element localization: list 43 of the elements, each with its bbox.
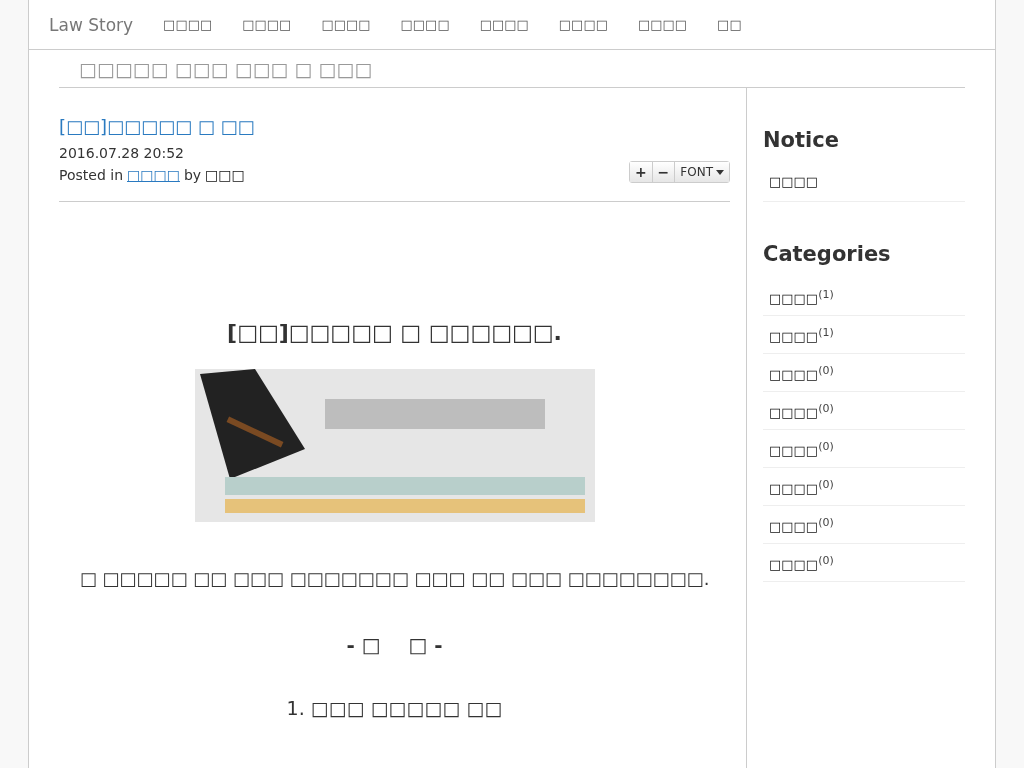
font-increase-button[interactable]: + [629, 162, 653, 182]
category-count: (0) [818, 440, 834, 453]
notice-link[interactable]: □□□□ [769, 174, 819, 189]
nav-link[interactable]: □□□□ [400, 17, 450, 32]
category-count: (1) [818, 288, 834, 301]
category-link[interactable]: □□□□ [127, 167, 180, 183]
category-link[interactable]: □□□□ [769, 367, 819, 383]
notice-heading: Notice [763, 128, 840, 152]
category-count: (0) [818, 402, 834, 415]
nav-link[interactable]: □□□□ [321, 17, 371, 32]
category-count: (0) [818, 478, 834, 491]
font-decrease-button[interactable]: − [652, 162, 676, 182]
by-label: by [183, 167, 202, 183]
nav-link[interactable]: □□ [717, 17, 742, 32]
category-link[interactable]: □□□□ [769, 557, 819, 573]
post-title-link[interactable]: [□□]□□□□□ □ □□ [59, 116, 255, 137]
category-link[interactable]: □□□□ [769, 443, 819, 459]
nav-link[interactable]: □□□□ [163, 17, 213, 32]
nav-link[interactable]: □□□□ [558, 17, 608, 32]
nav-link[interactable]: □□□□ [479, 17, 529, 32]
category-count: (0) [818, 554, 834, 567]
nav-link[interactable]: □□□□ [637, 17, 688, 32]
category-link[interactable]: □□□□ [769, 291, 819, 307]
author-name: □□□ [205, 167, 245, 183]
categories-heading: Categories [763, 242, 892, 266]
article-paragraph: □ □□□□□ □□ □□□ □□□□□□□ □□□ □□ □□□ □□□□□□□□. [79, 568, 710, 589]
blog-subtitle: □□□□□ □□□ □□□ □ □□□ [79, 57, 373, 80]
nav-link[interactable]: □□□□ [242, 17, 292, 32]
brand-link[interactable]: Law Story [49, 14, 134, 35]
post-date: 2016.07.28 20:52 [59, 145, 185, 161]
category-link[interactable]: □□□□ [769, 405, 819, 421]
category-count: (1) [818, 326, 834, 339]
caret-icon [716, 169, 724, 175]
font-dropdown-button[interactable]: FONT [675, 162, 729, 182]
category-count: (0) [818, 364, 834, 377]
list-item: 1. □□□ □□□□□ □□ [286, 697, 503, 719]
category-count: (0) [818, 516, 834, 529]
category-link[interactable]: □□□□ [769, 481, 819, 497]
category-link[interactable]: □□□□ [769, 329, 819, 345]
posted-in-label: Posted in [59, 167, 123, 183]
category-link[interactable]: □□□□ [769, 519, 819, 535]
section-title: - □ □ - [346, 633, 443, 657]
article-heading: [□□]□□□□□ □ □□□□□□. [227, 320, 562, 345]
